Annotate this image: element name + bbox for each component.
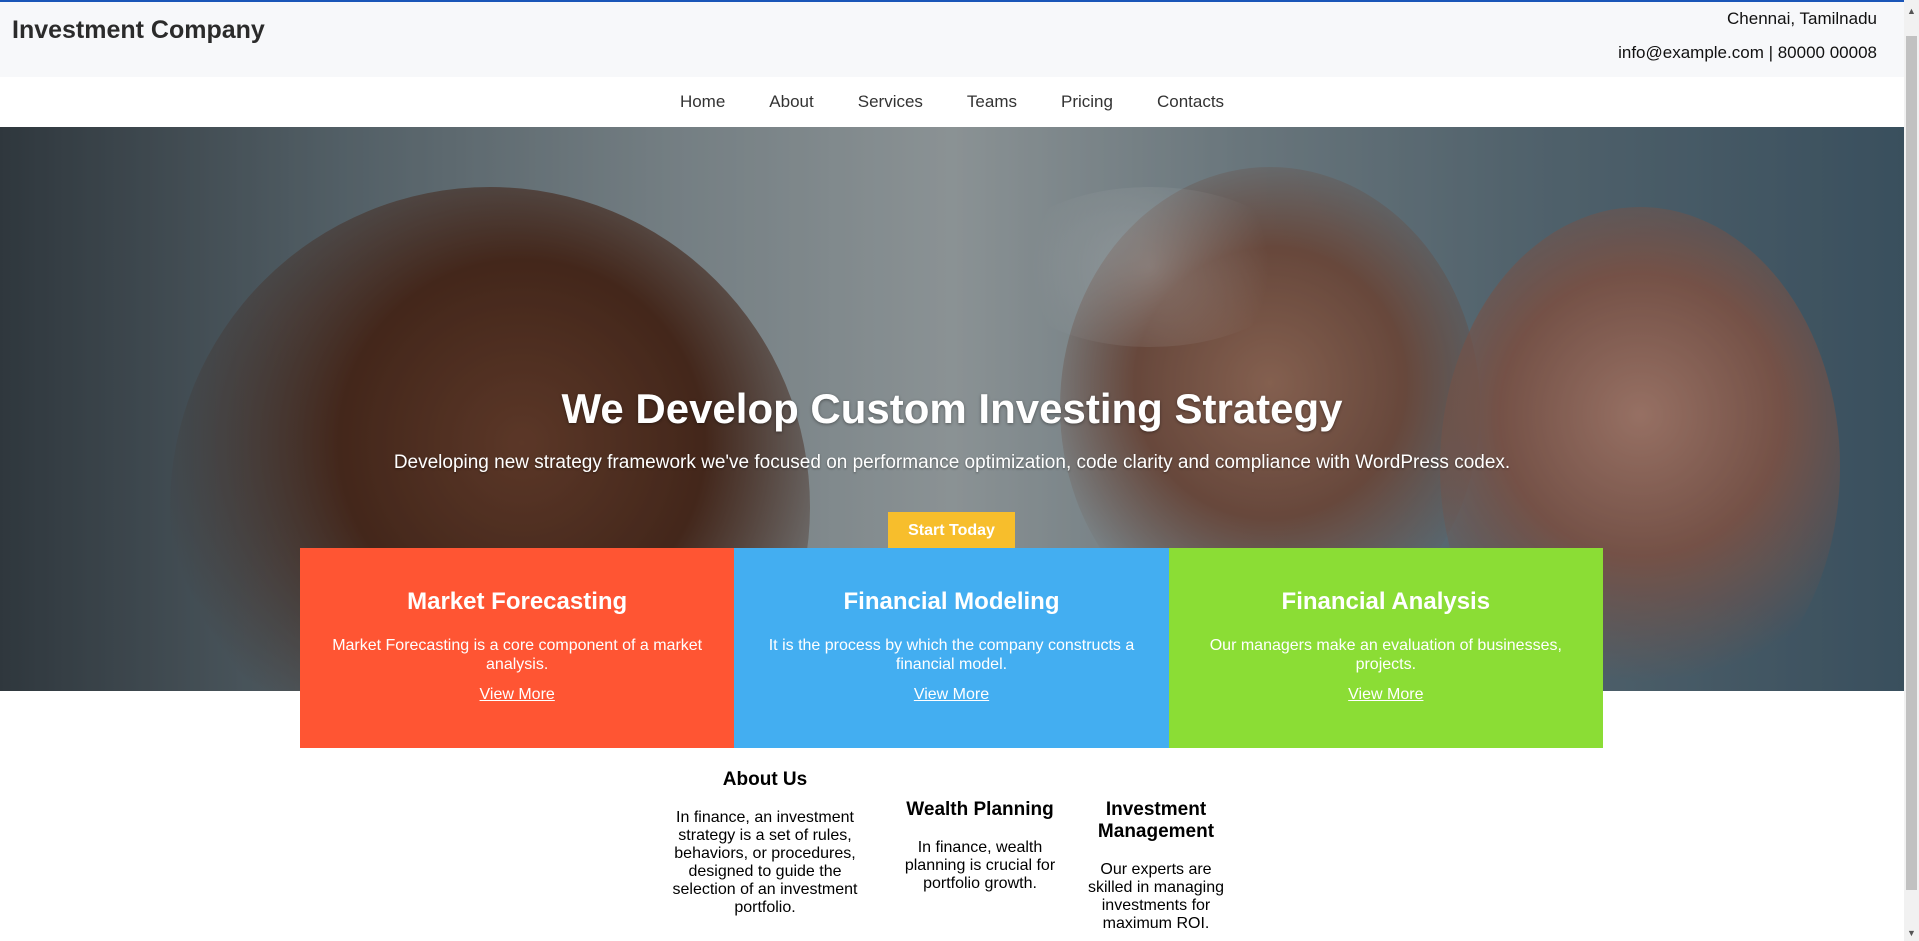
- nav-item-services[interactable]: Services: [836, 92, 945, 112]
- feature-about-us: About Us In finance, an investment strat…: [665, 769, 865, 917]
- feature-title: Investment Management: [1097, 799, 1215, 842]
- view-more-link[interactable]: View More: [914, 686, 989, 704]
- feature-wealth-planning: Wealth Planning In finance, wealth plann…: [900, 799, 1060, 893]
- card-title: Market Forecasting: [407, 588, 628, 615]
- scroll-up-icon[interactable]: ▲: [1904, 4, 1919, 19]
- feature-text: In finance, wealth planning is crucial f…: [904, 839, 1056, 892]
- main-nav: Home About Services Teams Pricing Contac…: [0, 77, 1904, 127]
- view-more-link[interactable]: View More: [1348, 686, 1423, 704]
- nav-item-pricing[interactable]: Pricing: [1039, 92, 1135, 112]
- header-contact: Chennai, Tamilnadu info@example.com | 80…: [1618, 2, 1877, 70]
- site-header: Investment Company Chennai, Tamilnadu in…: [0, 2, 1904, 77]
- scroll-down-icon[interactable]: ▼: [1904, 926, 1919, 941]
- brand-logo-text[interactable]: Investment Company: [12, 16, 265, 45]
- start-today-button[interactable]: Start Today: [888, 512, 1015, 549]
- nav-item-home[interactable]: Home: [658, 92, 747, 112]
- card-financial-modeling: Financial Modeling It is the process by …: [734, 548, 1169, 748]
- feature-text: In finance, an investment strategy is a …: [672, 809, 858, 916]
- scrollbar-thumb[interactable]: [1906, 36, 1917, 890]
- card-title: Financial Modeling: [843, 588, 1060, 615]
- location-text: Chennai, Tamilnadu: [1727, 9, 1877, 28]
- card-market-forecasting: Market Forecasting Market Forecasting is…: [300, 548, 735, 748]
- view-more-link[interactable]: View More: [480, 686, 555, 704]
- nav-item-contacts[interactable]: Contacts: [1135, 92, 1246, 112]
- card-text: Our managers make an evaluation of busin…: [1209, 637, 1562, 673]
- hero-title: We Develop Custom Investing Strategy: [561, 385, 1343, 432]
- card-financial-analysis: Financial Analysis Our managers make an …: [1168, 548, 1603, 748]
- nav-item-about[interactable]: About: [747, 92, 835, 112]
- card-title: Financial Analysis: [1281, 588, 1491, 615]
- service-cards: Market Forecasting Market Forecasting is…: [300, 548, 1603, 748]
- card-text: Market Forecasting is a core component o…: [332, 637, 703, 673]
- feature-title: Wealth Planning: [906, 799, 1054, 820]
- feature-text: Our experts are skilled in managing inve…: [1087, 861, 1225, 932]
- feature-investment-management: Investment Management Our experts are sk…: [1077, 799, 1235, 933]
- feature-title: About Us: [722, 769, 808, 790]
- contact-text: info@example.com | 80000 00008: [1618, 43, 1877, 62]
- nav-item-teams[interactable]: Teams: [945, 92, 1039, 112]
- card-text: It is the process by which the company c…: [768, 637, 1135, 673]
- page-scrollbar[interactable]: ▲ ▼: [1904, 0, 1919, 941]
- hero-subtitle: Developing new strategy framework we've …: [393, 452, 1511, 473]
